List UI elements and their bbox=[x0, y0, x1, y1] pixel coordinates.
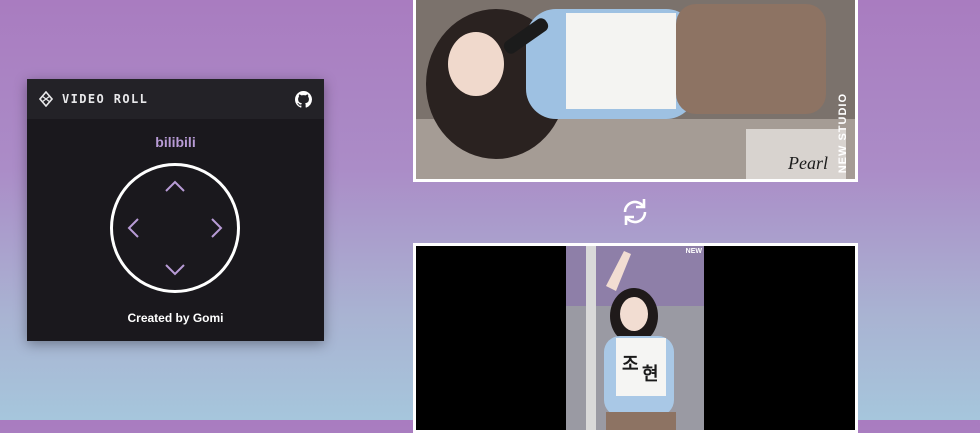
rotate-arrows-icon bbox=[617, 194, 653, 230]
performer-image: Pearl bbox=[416, 0, 855, 179]
popup-header: VIDEO ROLL bbox=[27, 79, 324, 119]
rotate-up-button[interactable] bbox=[161, 172, 189, 200]
rotated-video-preview: Pearl NEW STUDIO bbox=[413, 0, 858, 182]
site-label: bilibili bbox=[155, 134, 196, 150]
original-video-preview: 조 현 NEW bbox=[413, 243, 858, 433]
chevron-right-icon bbox=[211, 218, 223, 238]
rotate-right-button[interactable] bbox=[203, 214, 231, 242]
diamond-logo-icon bbox=[38, 90, 54, 108]
video-watermark: NEW bbox=[685, 248, 702, 255]
performer-image: 조 현 bbox=[566, 246, 704, 430]
svg-text:조: 조 bbox=[622, 354, 639, 375]
chevron-left-icon bbox=[127, 218, 139, 238]
portrait-video: 조 현 NEW bbox=[566, 246, 704, 430]
popup-title: VIDEO ROLL bbox=[62, 92, 149, 106]
video-watermark: NEW STUDIO bbox=[837, 92, 849, 173]
chevron-down-icon bbox=[165, 264, 185, 276]
rotation-dpad bbox=[110, 163, 240, 293]
rotated-video-content: Pearl NEW STUDIO bbox=[416, 0, 855, 179]
chevron-up-icon bbox=[165, 180, 185, 192]
github-icon[interactable] bbox=[295, 90, 312, 108]
svg-text:현: 현 bbox=[642, 364, 659, 385]
original-video-content: 조 현 NEW bbox=[416, 246, 855, 430]
rotate-left-button[interactable] bbox=[119, 214, 147, 242]
credit-text: Created by Gomi bbox=[127, 311, 224, 325]
rotate-down-button[interactable] bbox=[161, 256, 189, 284]
drum-brand-text: Pearl bbox=[787, 153, 828, 173]
video-roll-popup: VIDEO ROLL bilibili Created by Gomi bbox=[27, 79, 324, 341]
